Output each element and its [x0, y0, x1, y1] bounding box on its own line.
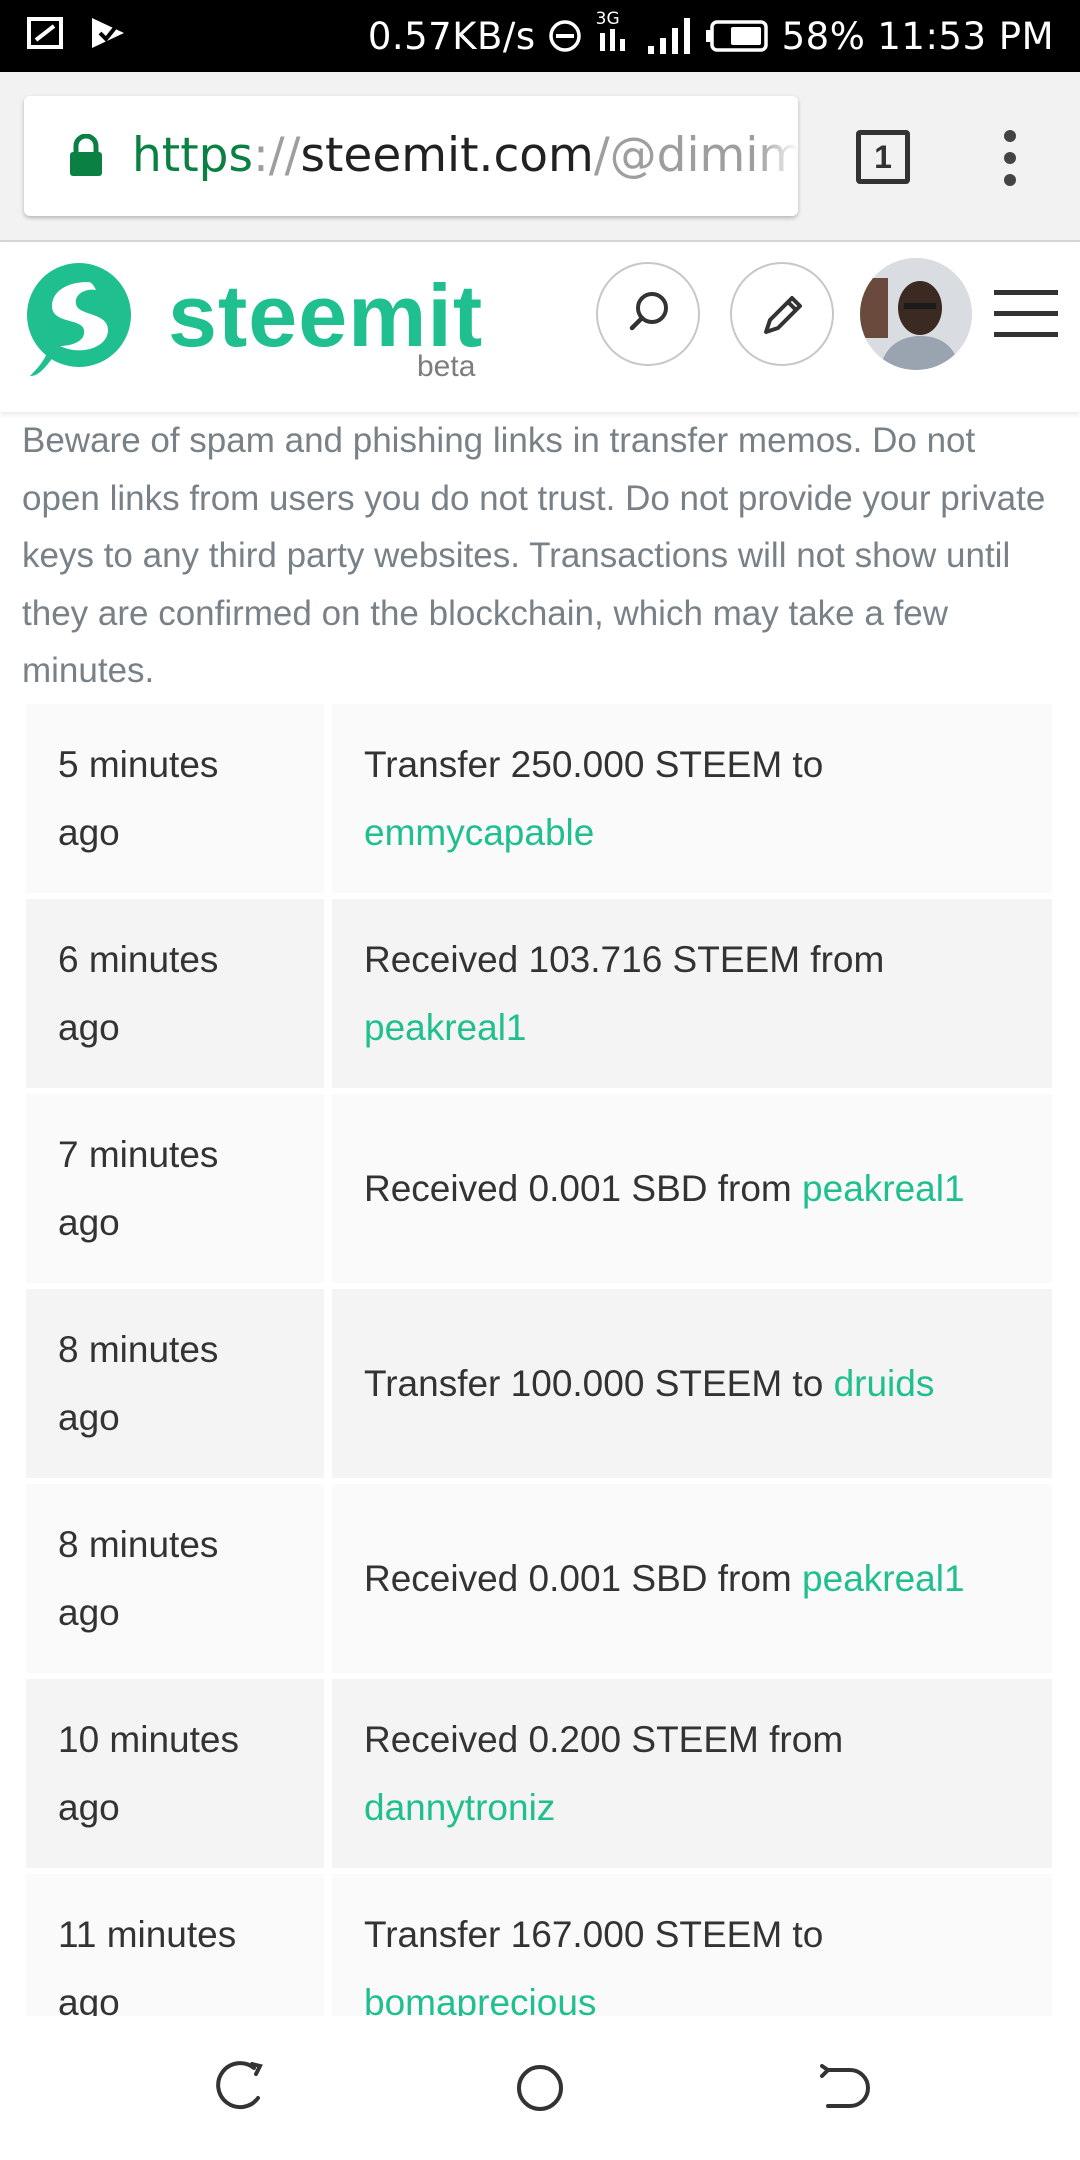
transfer-detail-cell: Transfer 100.000 STEEM to druids — [332, 1289, 1052, 1478]
user-link[interactable]: peakreal1 — [802, 1168, 965, 1209]
user-link[interactable]: dannytroniz — [364, 1787, 555, 1828]
transfer-time-cell: 8 minutes ago — [26, 1484, 324, 1673]
overflow-menu-icon[interactable] — [998, 130, 1022, 186]
download-check-icon — [92, 18, 124, 48]
browser-toolbar: https://steemit.com/@dimimp 1 — [0, 72, 1080, 242]
transfer-time-cell: 8 minutes ago — [26, 1289, 324, 1478]
transfer-time: 7 minutes ago — [58, 1133, 219, 1243]
battery-level: 58% — [781, 14, 866, 58]
transfer-warning-text: Beware of spam and phishing links in tra… — [22, 421, 1046, 690]
transfer-time: 8 minutes ago — [58, 1523, 219, 1633]
transfer-description: Received 0.200 STEEM from — [364, 1718, 844, 1760]
transfer-description: Transfer 250.000 STEEM to — [364, 743, 824, 785]
address-bar[interactable]: https://steemit.com/@dimimp — [24, 96, 798, 216]
table-row: 6 minutes ago Received 103.716 STEEM from… — [26, 899, 1052, 1094]
transfer-history-table: 5 minutes ago Transfer 250.000 STEEM to e… — [26, 704, 1052, 2069]
transfer-detail-cell: Transfer 250.000 STEEM to emmycapable — [332, 704, 1052, 893]
table-row: 8 minutes ago Transfer 100.000 STEEM to d… — [26, 1289, 1052, 1484]
transfer-time: 10 minutes ago — [58, 1718, 239, 1828]
transfer-detail-cell: Received 0.001 SBD from peakreal1 — [332, 1484, 1052, 1673]
site-header: steemit beta — [0, 244, 1080, 412]
user-link[interactable]: emmycapable — [364, 812, 594, 853]
home-icon[interactable] — [510, 2058, 570, 2118]
transfer-time-cell: 7 minutes ago — [26, 1094, 324, 1283]
transfer-detail-cell: Received 0.001 SBD from peakreal1 — [332, 1094, 1052, 1283]
steemit-logo-icon[interactable] — [22, 258, 136, 376]
table-row: 8 minutes ago Received 0.001 SBD from pea… — [26, 1484, 1052, 1679]
table-row: 10 minutes ago Received 0.200 STEEM from … — [26, 1679, 1052, 1874]
transfer-description: Transfer 100.000 STEEM to — [364, 1362, 834, 1404]
table-row: 5 minutes ago Transfer 250.000 STEEM to e… — [26, 704, 1052, 899]
status-bar: 0.57KB/s 3G 58% 11:53 PM — [0, 0, 1080, 72]
transfer-description: Received 103.716 STEEM from — [364, 938, 885, 980]
table-row: 7 minutes ago Received 0.001 SBD from pea… — [26, 1094, 1052, 1289]
pencil-icon — [764, 296, 802, 334]
url-text: https://steemit.com/@dimimp — [132, 128, 798, 183]
do-not-disturb-icon — [548, 20, 581, 52]
network-speed: 0.57KB/s — [367, 14, 536, 58]
recent-apps-icon[interactable] — [210, 2058, 270, 2118]
screenshot-icon — [27, 17, 63, 49]
search-icon — [629, 292, 668, 331]
transfer-detail-cell: Received 0.200 STEEM from dannytroniz — [332, 1679, 1052, 1868]
user-link[interactable]: druids — [834, 1363, 935, 1404]
transfer-description: Received 0.001 SBD from — [364, 1167, 803, 1209]
transfer-time: 8 minutes ago — [58, 1328, 219, 1438]
transfer-description: Transfer 167.000 STEEM to — [364, 1913, 824, 1955]
transfer-description: Received 0.001 SBD from — [364, 1557, 803, 1599]
user-link[interactable]: peakreal1 — [802, 1558, 965, 1599]
write-post-button[interactable] — [730, 262, 834, 366]
user-link[interactable]: peakreal1 — [364, 1007, 527, 1048]
network-type-icon: 3G — [594, 9, 634, 61]
clock: 11:53 PM — [877, 14, 1054, 58]
transfer-time-cell: 10 minutes ago — [26, 1679, 324, 1868]
lock-icon — [70, 134, 102, 176]
transfer-detail-cell: Received 103.716 STEEM from peakreal1 — [332, 899, 1052, 1088]
avatar[interactable] — [860, 258, 972, 370]
search-button[interactable] — [596, 262, 700, 366]
back-icon[interactable] — [810, 2058, 870, 2118]
logo-beta-label: beta — [417, 350, 476, 383]
tab-switcher-button[interactable]: 1 — [856, 130, 910, 184]
transfer-time-cell: 5 minutes ago — [26, 704, 324, 893]
battery-icon — [705, 20, 768, 52]
transfer-time: 6 minutes ago — [58, 938, 219, 1048]
signal-icon — [647, 18, 690, 54]
hamburger-menu-icon[interactable] — [994, 288, 1058, 340]
system-navigation-bar — [0, 2016, 1080, 2160]
transfer-time: 5 minutes ago — [58, 743, 219, 853]
transfer-time-cell: 6 minutes ago — [26, 899, 324, 1088]
